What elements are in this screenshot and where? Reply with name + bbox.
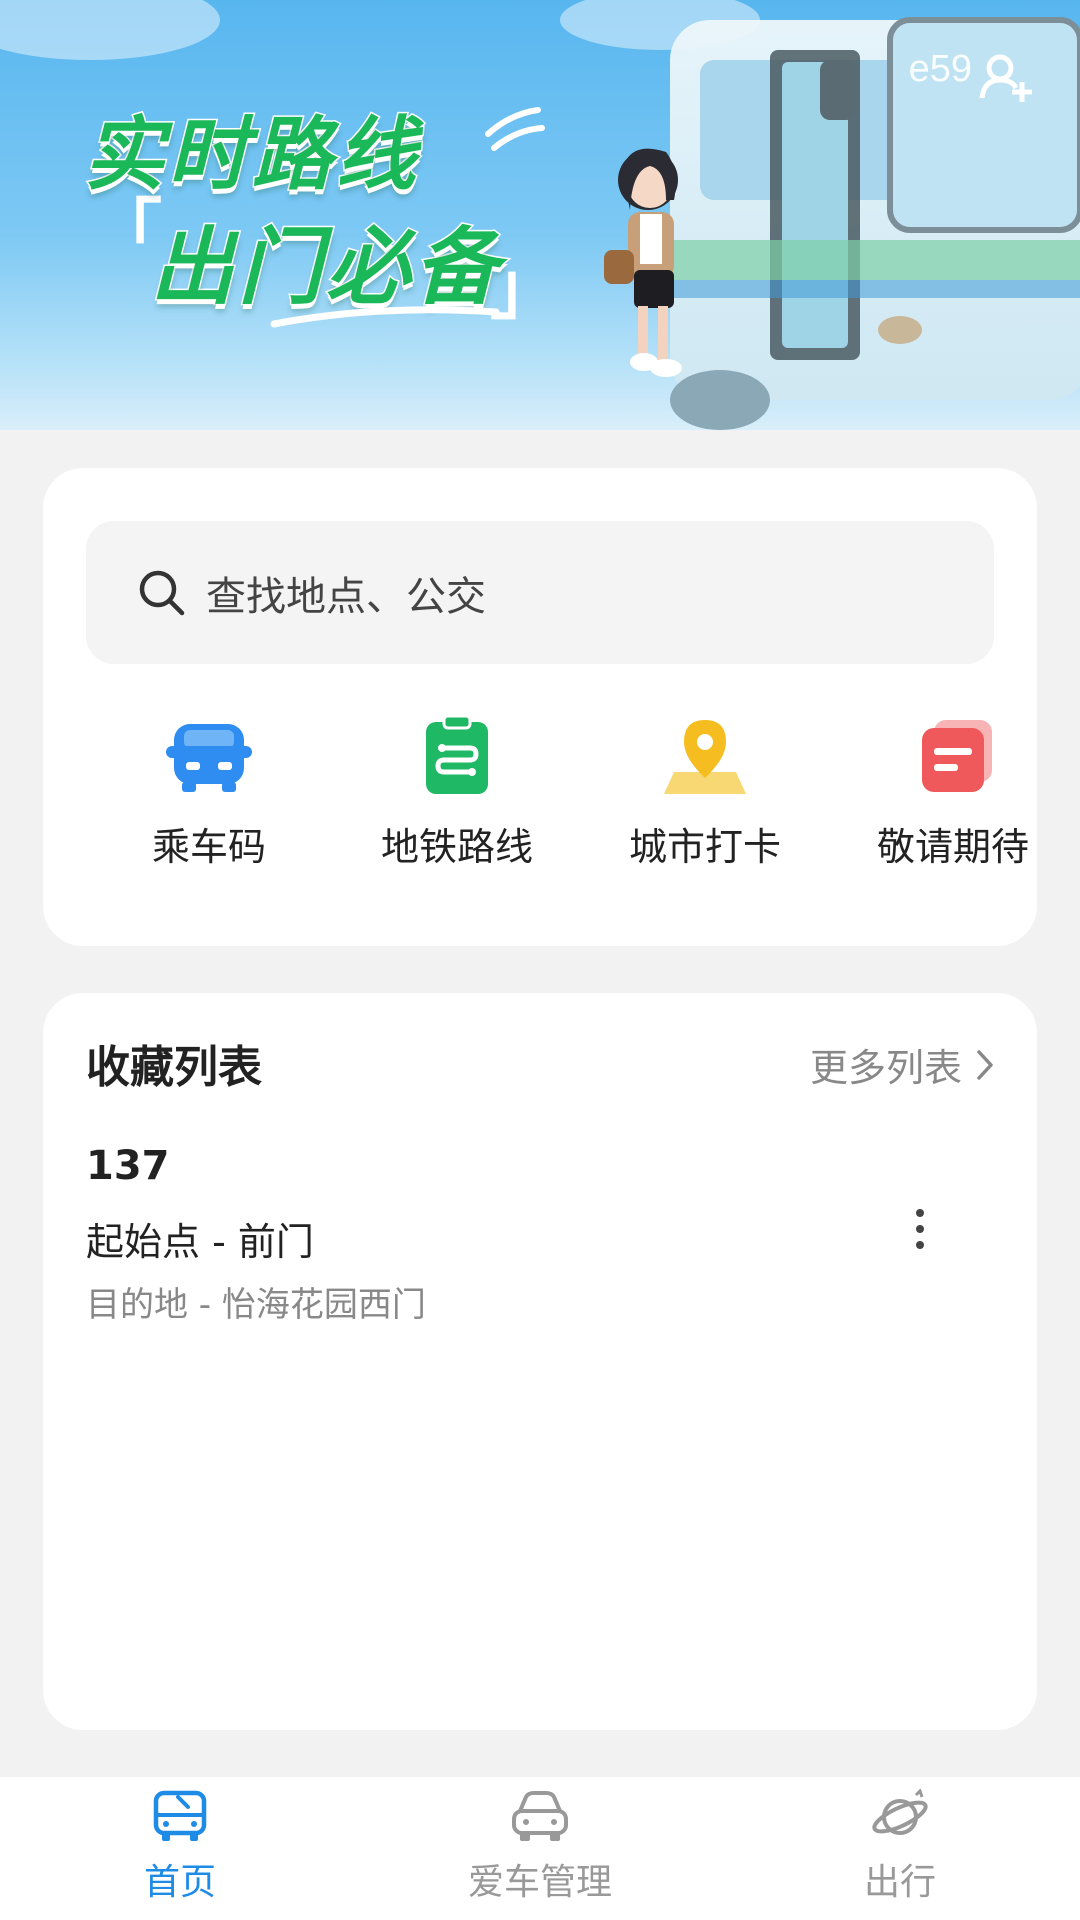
- sparkle-decoration: [485, 107, 545, 151]
- commuter-illustration: [604, 148, 682, 377]
- bus-front-icon: [166, 724, 252, 792]
- route-origin: 起始点 - 前门: [86, 1220, 314, 1264]
- quick-access-card: 查找地点、公交 乘车码 地铁路线 城市打卡 敬请期待: [43, 468, 1037, 946]
- add-user-icon[interactable]: [978, 50, 1034, 104]
- tab-car-management[interactable]: 爱车管理: [440, 1789, 640, 1905]
- tab-home[interactable]: 首页: [80, 1789, 280, 1905]
- chevron-right-icon: [977, 1049, 993, 1080]
- quick-action-ride-code[interactable]: 乘车码: [89, 716, 329, 871]
- tab-travel[interactable]: 出行: [800, 1789, 1000, 1905]
- slogan-bracket-close: 」: [490, 247, 560, 329]
- bottom-tab-bar: 首页 爱车管理 出行: [0, 1777, 1080, 1920]
- cloud-decoration: [0, 0, 220, 60]
- favorites-card: 收藏列表 更多列表 137 起始点 - 前门 目的地 - 怡海花园西门: [43, 993, 1037, 1730]
- more-options-icon[interactable]: [910, 1207, 930, 1251]
- quick-action-label: 城市打卡: [628, 825, 781, 869]
- tab-label: 出行: [863, 1862, 936, 1903]
- quick-actions: 乘车码 地铁路线 城市打卡 敬请期待: [43, 716, 1037, 896]
- favorites-title: 收藏列表: [86, 1042, 262, 1093]
- banner-slogan-line-1: 实时路线: [83, 107, 420, 203]
- planet-icon: [872, 1789, 928, 1835]
- search-bar[interactable]: 查找地点、公交: [86, 521, 994, 664]
- quick-action-label: 地铁路线: [380, 825, 533, 869]
- coming-soon-icon: [922, 720, 992, 792]
- favorite-route-item[interactable]: 137 起始点 - 前门 目的地 - 怡海花园西门: [86, 1143, 994, 1325]
- metro-route-icon: [426, 716, 488, 794]
- quick-action-label: 乘车码: [151, 825, 266, 869]
- quick-action-label: 敬请期待: [876, 825, 1029, 869]
- app-screen: 「 实时路线 出门必备 」 e59 查找地点、公交 乘车码 地铁路线 城市打卡 …: [0, 0, 1080, 1920]
- quick-action-metro-route[interactable]: 地铁路线: [337, 716, 577, 871]
- car-icon: [512, 1791, 568, 1841]
- favorites-header: 收藏列表 更多列表: [86, 1031, 994, 1093]
- user-id-text: e59: [908, 48, 972, 90]
- promo-banner[interactable]: 「 实时路线 出门必备 」 e59: [0, 0, 1080, 430]
- route-number: 137: [86, 1143, 170, 1189]
- more-list-label: 更多列表: [809, 1046, 962, 1090]
- quick-action-coming-soon[interactable]: 敬请期待: [833, 716, 1073, 871]
- search-icon: [139, 570, 185, 615]
- bus-icon: [153, 1790, 207, 1841]
- more-list-link[interactable]: 更多列表: [810, 1037, 994, 1092]
- swish-decoration: [270, 306, 500, 328]
- tab-label: 爱车管理: [467, 1862, 612, 1903]
- tab-label: 首页: [143, 1862, 216, 1903]
- quick-action-city-checkin[interactable]: 城市打卡: [585, 716, 825, 871]
- location-pin-icon: [664, 720, 746, 794]
- search-placeholder: 查找地点、公交: [206, 573, 486, 620]
- route-destination: 目的地 - 怡海花园西门: [86, 1285, 426, 1325]
